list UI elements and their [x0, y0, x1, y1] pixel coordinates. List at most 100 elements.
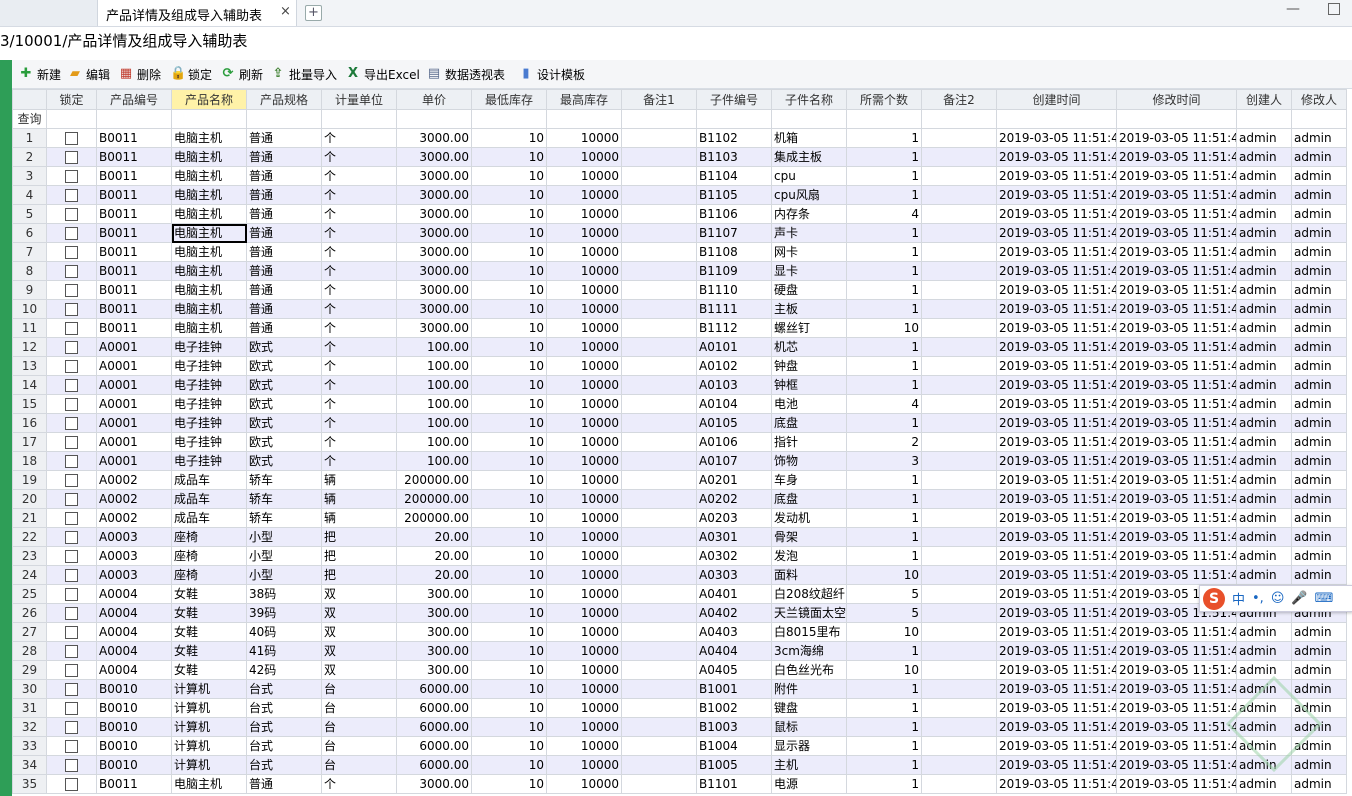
table-cell[interactable]: 1: [846, 223, 922, 243]
lock-checkbox[interactable]: [65, 151, 78, 164]
table-cell[interactable]: 10000: [546, 432, 622, 452]
table-cell[interactable]: 10000: [546, 470, 622, 490]
table-cell[interactable]: B1102: [696, 128, 772, 148]
lock-checkbox[interactable]: [65, 474, 78, 487]
table-cell[interactable]: 电脑主机: [171, 128, 247, 148]
table-cell[interactable]: 20.00: [396, 546, 472, 566]
lock-checkbox[interactable]: [65, 227, 78, 240]
table-cell[interactable]: 10: [471, 185, 547, 205]
row-number[interactable]: 3: [12, 166, 47, 186]
table-cell[interactable]: admin: [1236, 356, 1292, 376]
table-row[interactable]: 32 B0010 计算机 台式台 6000.00 10 10000 B1003 鼠标 1 2019-…: [12, 717, 1347, 737]
table-cell[interactable]: admin: [1291, 242, 1347, 262]
row-number[interactable]: 4: [12, 185, 47, 205]
table-cell[interactable]: 个: [321, 204, 397, 224]
close-icon[interactable]: ×: [280, 4, 291, 19]
row-number[interactable]: 32: [12, 717, 47, 737]
table-cell[interactable]: B0011: [96, 147, 172, 167]
lock-checkbox[interactable]: [65, 417, 78, 430]
table-cell[interactable]: 20.00: [396, 527, 472, 547]
lock-checkbox[interactable]: [65, 702, 78, 715]
table-cell[interactable]: 1: [846, 508, 922, 528]
table-cell[interactable]: 10000: [546, 622, 622, 642]
row-number[interactable]: 9: [12, 280, 47, 300]
table-cell[interactable]: 电子挂钟: [171, 337, 247, 357]
filter-cell[interactable]: [996, 109, 1117, 129]
table-cell[interactable]: B1110: [696, 280, 772, 300]
table-cell[interactable]: 2019-03-05 11:51:49: [1116, 185, 1237, 205]
table-cell[interactable]: 个: [321, 242, 397, 262]
table-cell[interactable]: 2019-03-05 11:51:48: [1116, 660, 1237, 680]
table-cell[interactable]: 10: [471, 166, 547, 186]
table-cell[interactable]: 双: [321, 641, 397, 661]
table-cell[interactable]: [621, 698, 697, 718]
table-cell[interactable]: 电脑主机: [171, 261, 247, 281]
table-cell[interactable]: B1104: [696, 166, 772, 186]
table-cell[interactable]: 台: [321, 698, 397, 718]
table-cell[interactable]: 10000: [546, 261, 622, 281]
table-cell[interactable]: 2019-03-05 11:51:49: [1116, 223, 1237, 243]
filter-cell[interactable]: [696, 109, 772, 129]
table-cell[interactable]: 个: [321, 185, 397, 205]
table-cell[interactable]: admin: [1291, 755, 1347, 775]
table-cell[interactable]: 个: [321, 299, 397, 319]
table-cell[interactable]: B0011: [96, 223, 172, 243]
table-cell[interactable]: [621, 318, 697, 338]
table-cell[interactable]: 显卡: [771, 261, 847, 281]
table-cell[interactable]: 台: [321, 717, 397, 737]
table-row[interactable]: 31 B0010 计算机 台式台 6000.00 10 10000 B1002 键盘 1 2019-…: [12, 698, 1347, 718]
table-cell[interactable]: 个: [321, 318, 397, 338]
table-cell[interactable]: 2019-03-05 11:51:48: [1116, 736, 1237, 756]
table-cell[interactable]: 欧式: [246, 394, 322, 414]
ime-toolbar[interactable]: S 中 •, ☺ 🎤 ⌨: [1199, 585, 1352, 612]
table-cell[interactable]: 6000.00: [396, 736, 472, 756]
table-cell[interactable]: [921, 470, 997, 490]
table-cell[interactable]: B1005: [696, 755, 772, 775]
table-cell[interactable]: admin: [1291, 622, 1347, 642]
lock-checkbox[interactable]: [65, 550, 78, 563]
column-header[interactable]: 创建时间: [996, 89, 1117, 110]
table-row[interactable]: 17 A0001 电子挂钟 欧式个 100.00 10 10000 A0106 指针 2 2019-…: [12, 432, 1347, 452]
table-cell[interactable]: 10: [471, 660, 547, 680]
table-cell[interactable]: 电脑主机: [171, 299, 247, 319]
table-cell[interactable]: [621, 660, 697, 680]
table-cell[interactable]: 小型: [246, 546, 322, 566]
table-cell[interactable]: 白色丝光布: [771, 660, 847, 680]
table-cell[interactable]: 10: [471, 337, 547, 357]
table-cell[interactable]: [921, 451, 997, 471]
table-cell[interactable]: [921, 489, 997, 509]
table-cell[interactable]: 个: [321, 451, 397, 471]
table-row[interactable]: 15 A0001 电子挂钟 欧式个 100.00 10 10000 A0104 电池 4 2019-…: [12, 394, 1347, 414]
table-cell[interactable]: 2019-03-05 11:51:48: [996, 679, 1117, 699]
table-cell[interactable]: admin: [1236, 489, 1292, 509]
table-cell[interactable]: 计算机: [171, 755, 247, 775]
table-cell[interactable]: 双: [321, 584, 397, 604]
table-cell[interactable]: B0011: [96, 280, 172, 300]
table-cell[interactable]: 发泡: [771, 546, 847, 566]
table-cell[interactable]: [621, 223, 697, 243]
table-cell[interactable]: 1: [846, 489, 922, 509]
table-row[interactable]: 9 B0011 电脑主机 普通个 3000.00 10 10000 B1110 硬盘 1 2019-…: [12, 280, 1347, 300]
row-number[interactable]: 7: [12, 242, 47, 262]
keyboard-icon[interactable]: ⌨: [1315, 591, 1334, 606]
table-cell[interactable]: 10: [471, 546, 547, 566]
table-cell[interactable]: 10000: [546, 698, 622, 718]
table-cell[interactable]: 4: [846, 394, 922, 414]
table-cell[interactable]: [921, 413, 997, 433]
table-cell[interactable]: A0004: [96, 660, 172, 680]
table-cell[interactable]: A0004: [96, 622, 172, 642]
table-row[interactable]: 14 A0001 电子挂钟 欧式个 100.00 10 10000 A0103 钟框 1 2019-…: [12, 375, 1347, 395]
table-cell[interactable]: 1: [846, 774, 922, 794]
table-cell[interactable]: admin: [1291, 166, 1347, 186]
table-cell[interactable]: 计算机: [171, 698, 247, 718]
row-number[interactable]: 17: [12, 432, 47, 452]
table-cell[interactable]: 2019-03-05 11:51:48: [996, 584, 1117, 604]
table-cell[interactable]: 2019-03-05 11:51:48: [1116, 565, 1237, 585]
table-cell[interactable]: 2019-03-05 11:51:48: [996, 755, 1117, 775]
table-cell[interactable]: 把: [321, 546, 397, 566]
table-cell[interactable]: 2019-03-05 11:51:48: [996, 717, 1117, 737]
table-cell[interactable]: B1112: [696, 318, 772, 338]
table-cell[interactable]: 电子挂钟: [171, 356, 247, 376]
table-cell[interactable]: 10: [846, 622, 922, 642]
table-cell[interactable]: 3000.00: [396, 166, 472, 186]
